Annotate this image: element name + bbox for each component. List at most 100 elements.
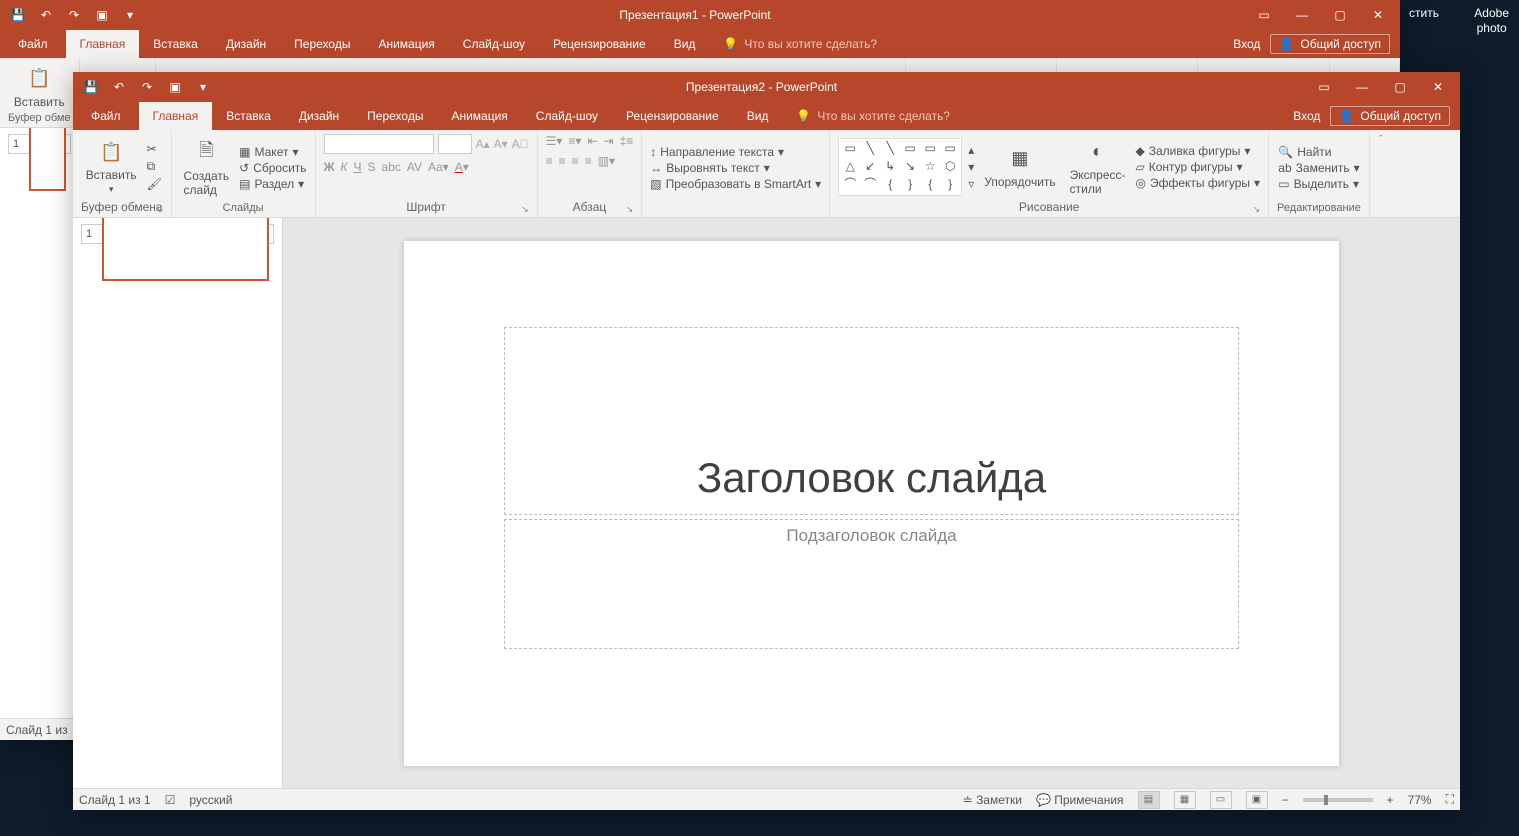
- shadow-icon[interactable]: S: [368, 160, 376, 174]
- bullets-icon[interactable]: ☰▾: [546, 134, 563, 148]
- inc-indent-icon[interactable]: ⇥: [604, 134, 614, 148]
- tab-animations[interactable]: Анимация: [437, 102, 521, 130]
- save-icon[interactable]: 💾: [10, 8, 26, 22]
- normal-view-icon[interactable]: ▤: [1138, 791, 1160, 809]
- paste-button[interactable]: 📋Вставить: [10, 65, 69, 109]
- slideshow-view-icon[interactable]: ▣: [1246, 791, 1268, 809]
- spellcheck-icon[interactable]: ☑: [165, 793, 176, 807]
- tab-view[interactable]: Вид: [733, 102, 783, 130]
- zoom-in-icon[interactable]: +: [1387, 793, 1394, 807]
- decrease-font-icon[interactable]: A▾: [494, 137, 508, 151]
- minimize-icon[interactable]: —: [1354, 80, 1370, 94]
- fit-window-icon[interactable]: ⛶: [1446, 792, 1454, 807]
- slide-panel[interactable]: 1: [0, 128, 80, 718]
- subtitle-placeholder[interactable]: Подзаголовок слайда: [504, 519, 1239, 649]
- tab-home[interactable]: Главная: [139, 102, 213, 130]
- align-right-icon[interactable]: ≡: [572, 154, 579, 168]
- zoom-out-icon[interactable]: −: [1282, 793, 1289, 807]
- font-size-select[interactable]: [438, 134, 472, 154]
- titlebar[interactable]: 💾 ↶ ↷ ▣ ▾ Презентация1 - PowerPoint ▭ — …: [0, 0, 1400, 30]
- shapeoutline-button[interactable]: ▱ Контур фигуры ▾: [1136, 160, 1261, 174]
- columns-icon[interactable]: ▥▾: [598, 154, 615, 168]
- undo-icon[interactable]: ↶: [111, 80, 127, 94]
- dec-indent-icon[interactable]: ⇤: [587, 134, 597, 148]
- slide-panel[interactable]: 1: [73, 218, 283, 788]
- paste-button[interactable]: 📋Вставить▾: [82, 138, 141, 195]
- format-painter-icon[interactable]: 🖌: [147, 177, 162, 191]
- tab-insert[interactable]: Вставка: [212, 102, 285, 130]
- tab-transitions[interactable]: Переходы: [353, 102, 437, 130]
- shapefill-button[interactable]: ◆ Заливка фигуры ▾: [1136, 144, 1261, 158]
- slide-thumbnail-1[interactable]: 1: [8, 134, 71, 154]
- gallery-down-icon[interactable]: ▾: [968, 160, 974, 174]
- spacing-icon[interactable]: AV: [407, 160, 422, 174]
- tell-me[interactable]: 💡Что вы хотите сделать?: [782, 102, 964, 130]
- align-left-icon[interactable]: ≡: [546, 154, 553, 168]
- notes-button[interactable]: ≐ Заметки: [963, 793, 1022, 807]
- gallery-more-icon[interactable]: ▿: [968, 177, 974, 191]
- titlebar[interactable]: 💾 ↶ ↷ ▣ ▾ Презентация2 - PowerPoint ▭ — …: [73, 72, 1460, 102]
- tab-transitions[interactable]: Переходы: [280, 30, 364, 58]
- qat-more-icon[interactable]: ▾: [195, 80, 211, 94]
- close-icon[interactable]: ✕: [1370, 8, 1386, 22]
- tab-insert[interactable]: Вставка: [139, 30, 212, 58]
- collapse-ribbon-icon[interactable]: ˆ: [1370, 130, 1392, 217]
- dialog-launcher-icon[interactable]: ↘: [521, 204, 529, 215]
- quickstyles-button[interactable]: ◐Экспресс- стили: [1066, 138, 1130, 196]
- tab-review[interactable]: Рецензирование: [612, 102, 733, 130]
- section-button[interactable]: ▤ Раздел ▾: [239, 177, 306, 191]
- qat-more-icon[interactable]: ▾: [122, 8, 138, 22]
- reading-view-icon[interactable]: ▭: [1210, 791, 1232, 809]
- case-icon[interactable]: Aa▾: [428, 160, 449, 174]
- italic-icon[interactable]: К: [340, 160, 347, 174]
- smartart-button[interactable]: ▧ Преобразовать в SmartArt ▾: [650, 177, 821, 191]
- language-indicator[interactable]: русский: [189, 793, 232, 807]
- arrange-button[interactable]: ▦Упорядочить: [980, 145, 1059, 189]
- tab-file[interactable]: Файл: [73, 102, 139, 130]
- slide-thumbnail-1[interactable]: 1: [81, 224, 274, 244]
- shape-gallery[interactable]: ▭╲╲▭▭▭ △↙↳↘☆⬡ ⌒⌒{}{}: [838, 138, 962, 196]
- bold-icon[interactable]: Ж: [324, 160, 335, 174]
- font-name-select[interactable]: [324, 134, 434, 154]
- font-color-icon[interactable]: A▾: [455, 160, 469, 174]
- zoom-slider[interactable]: [1303, 798, 1373, 802]
- zoom-level[interactable]: 77%: [1408, 793, 1432, 807]
- comments-button[interactable]: 💬 Примечания: [1036, 793, 1124, 807]
- tell-me[interactable]: 💡Что вы хотите сделать?: [709, 30, 891, 58]
- start-show-icon[interactable]: ▣: [94, 8, 110, 22]
- start-show-icon[interactable]: ▣: [167, 80, 183, 94]
- tab-design[interactable]: Дизайн: [212, 30, 280, 58]
- tab-home[interactable]: Главная: [66, 30, 140, 58]
- desktop-icon-2[interactable]: Adobephoto: [1474, 6, 1509, 36]
- redo-icon[interactable]: ↷: [139, 80, 155, 94]
- share-button[interactable]: 👤Общий доступ: [1330, 106, 1450, 126]
- tab-review[interactable]: Рецензирование: [539, 30, 660, 58]
- tab-view[interactable]: Вид: [660, 30, 710, 58]
- save-icon[interactable]: 💾: [83, 80, 99, 94]
- ribbon-options-icon[interactable]: ▭: [1256, 8, 1272, 22]
- new-slide-button[interactable]: 🗎Создать слайд: [180, 139, 234, 197]
- align-justify-icon[interactable]: ≡: [585, 154, 592, 168]
- shapeeffects-button[interactable]: ◎ Эффекты фигуры ▾: [1136, 176, 1261, 190]
- clear-format-icon[interactable]: A⃠: [512, 137, 529, 151]
- select-button[interactable]: ▭ Выделить ▾: [1278, 177, 1359, 191]
- signin-link[interactable]: Вход: [1293, 109, 1320, 123]
- minimize-icon[interactable]: —: [1294, 8, 1310, 22]
- redo-icon[interactable]: ↷: [66, 8, 82, 22]
- signin-link[interactable]: Вход: [1233, 37, 1260, 51]
- strike-icon[interactable]: abc: [382, 160, 401, 174]
- slide-counter[interactable]: Слайд 1 из 1: [79, 793, 151, 807]
- align-center-icon[interactable]: ≡: [559, 154, 566, 168]
- reset-button[interactable]: ↺ Сбросить: [239, 161, 306, 175]
- slide-canvas[interactable]: Заголовок слайда Подзаголовок слайда: [283, 218, 1460, 788]
- numbering-icon[interactable]: ≡▾: [568, 134, 581, 148]
- find-button[interactable]: 🔍 Найти: [1278, 145, 1359, 159]
- cut-icon[interactable]: ✂: [147, 142, 162, 156]
- tab-file[interactable]: Файл: [0, 30, 66, 58]
- increase-font-icon[interactable]: A▴: [476, 137, 490, 151]
- sorter-view-icon[interactable]: ▦: [1174, 791, 1196, 809]
- gallery-up-icon[interactable]: ▴: [968, 143, 974, 157]
- tab-animations[interactable]: Анимация: [364, 30, 448, 58]
- maximize-icon[interactable]: ▢: [1392, 80, 1408, 94]
- copy-icon[interactable]: ⧉: [147, 159, 162, 174]
